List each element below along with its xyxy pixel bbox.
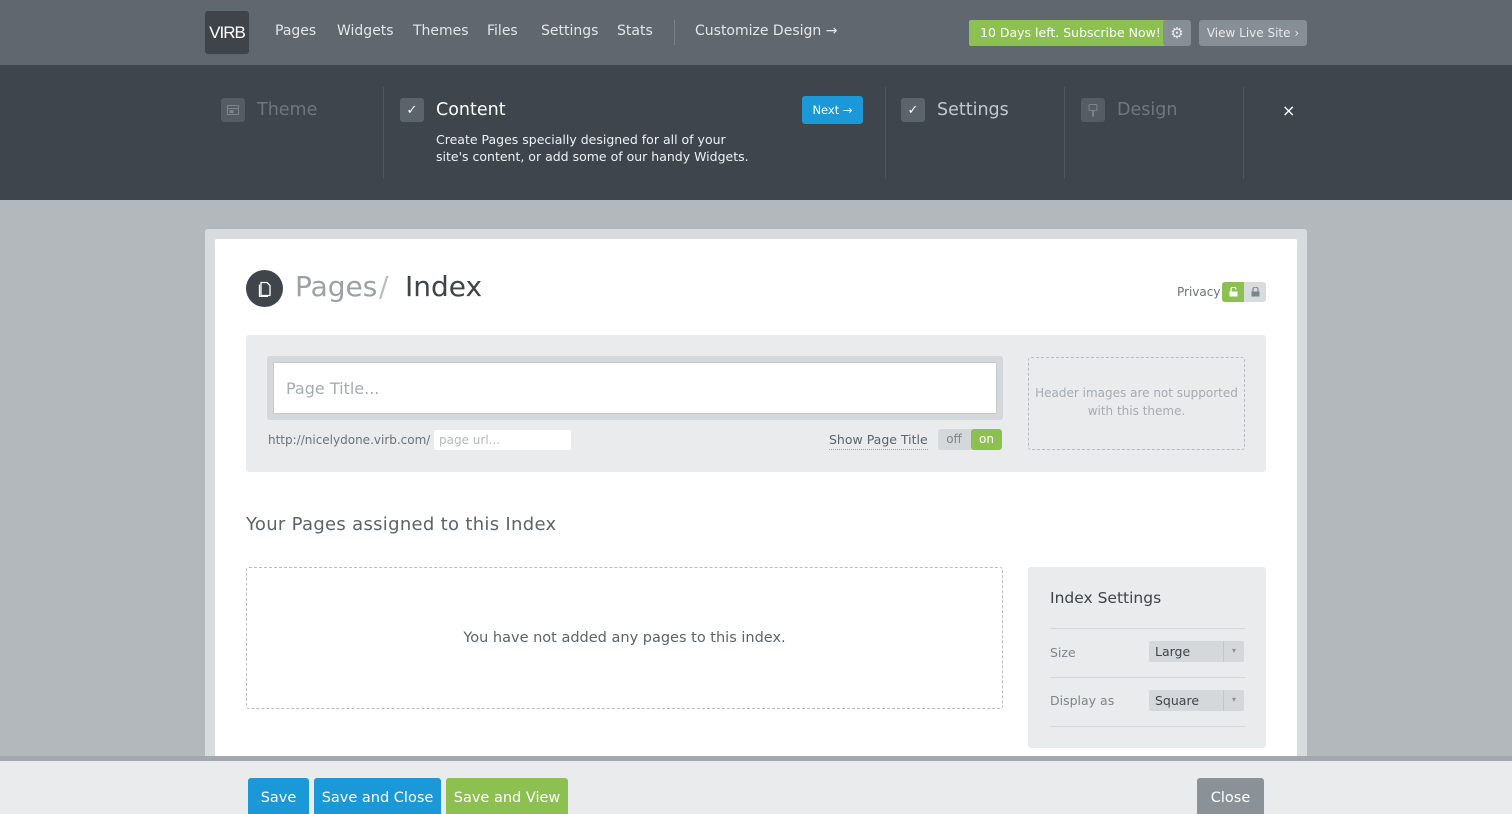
- step-divider: [1064, 87, 1065, 179]
- step-settings[interactable]: Settings: [937, 100, 1009, 120]
- close-button[interactable]: Close: [1197, 778, 1264, 814]
- nav-item-widgets[interactable]: Widgets: [337, 23, 394, 39]
- setup-steps-bar: Theme ✓ Content Create Pages specially d…: [0, 65, 1512, 200]
- nav-item-pages[interactable]: Pages: [275, 23, 316, 39]
- show-page-title-label: Show Page Title: [829, 432, 928, 450]
- lock-icon[interactable]: [1244, 282, 1266, 302]
- unlock-icon[interactable]: [1222, 282, 1244, 302]
- subscribe-button[interactable]: 10 Days left. Subscribe Now!: [969, 20, 1179, 46]
- step-theme[interactable]: Theme: [257, 100, 317, 120]
- step-divider: [1243, 87, 1244, 179]
- divider: [1050, 677, 1245, 678]
- page-title-input[interactable]: [273, 362, 997, 414]
- save-and-close-button[interactable]: Save and Close: [314, 778, 441, 814]
- view-live-site-button[interactable]: View Live Site ›: [1199, 20, 1307, 46]
- breadcrumb-separator: /: [379, 270, 389, 303]
- show-page-title-toggle[interactable]: off on: [938, 429, 1002, 450]
- gear-icon: ⚙: [1170, 24, 1184, 42]
- chevron-down-icon: ▾: [1223, 690, 1244, 711]
- action-bar: [0, 756, 1512, 814]
- assigned-pages-empty: You have not added any pages to this ind…: [246, 567, 1003, 709]
- display-as-select[interactable]: Square ▾: [1149, 690, 1244, 711]
- nav-item-settings[interactable]: Settings: [541, 23, 598, 39]
- check-icon: ✓: [901, 98, 925, 122]
- size-value: Large: [1155, 644, 1191, 659]
- size-label: Size: [1050, 645, 1076, 660]
- privacy-label: Privacy: [1177, 285, 1221, 299]
- privacy-toggle[interactable]: [1222, 282, 1266, 302]
- display-as-label: Display as: [1050, 693, 1115, 708]
- display-as-value: Square: [1155, 693, 1200, 708]
- chevron-down-icon: ▾: [1223, 641, 1244, 662]
- step-divider: [383, 87, 384, 179]
- url-prefix: http://nicelydone.virb.com/: [268, 433, 431, 447]
- breadcrumb-pages[interactable]: Pages: [295, 270, 377, 303]
- design-brush-icon: [1081, 98, 1105, 122]
- toggle-on[interactable]: on: [971, 429, 1002, 450]
- nav-item-files[interactable]: Files: [487, 23, 518, 39]
- step-design[interactable]: Design: [1117, 100, 1177, 120]
- header-images-note: Header images are not supported with thi…: [1028, 357, 1245, 450]
- page-title: Index: [405, 270, 483, 303]
- step-divider: [885, 87, 886, 179]
- nav-item-stats[interactable]: Stats: [617, 23, 653, 39]
- check-icon: ✓: [400, 98, 424, 122]
- close-steps-button[interactable]: ×: [1282, 101, 1295, 120]
- save-button[interactable]: Save: [248, 778, 309, 814]
- size-select[interactable]: Large ▾: [1149, 641, 1244, 662]
- theme-icon: [221, 98, 245, 122]
- account-settings-button[interactable]: ⚙: [1163, 20, 1191, 46]
- pages-icon: [246, 270, 283, 307]
- divider: [1050, 726, 1245, 727]
- next-step-button[interactable]: Next →: [802, 96, 863, 124]
- top-nav: VIRB Pages Widgets Themes Files Settings…: [0, 0, 1512, 65]
- step-content[interactable]: Content: [436, 100, 506, 120]
- step-content-description: Create Pages specially designed for all …: [436, 132, 749, 164]
- toggle-off[interactable]: off: [938, 429, 970, 450]
- customize-design-link[interactable]: Customize Design →: [695, 23, 837, 39]
- divider: [1050, 628, 1245, 629]
- nav-divider: [674, 20, 675, 45]
- save-and-view-button[interactable]: Save and View: [446, 778, 568, 814]
- nav-item-themes[interactable]: Themes: [413, 23, 469, 39]
- assigned-pages-heading: Your Pages assigned to this Index: [246, 514, 557, 535]
- page-url-input[interactable]: [434, 430, 571, 450]
- index-settings-title: Index Settings: [1050, 589, 1162, 607]
- virb-logo[interactable]: VIRB: [205, 11, 249, 54]
